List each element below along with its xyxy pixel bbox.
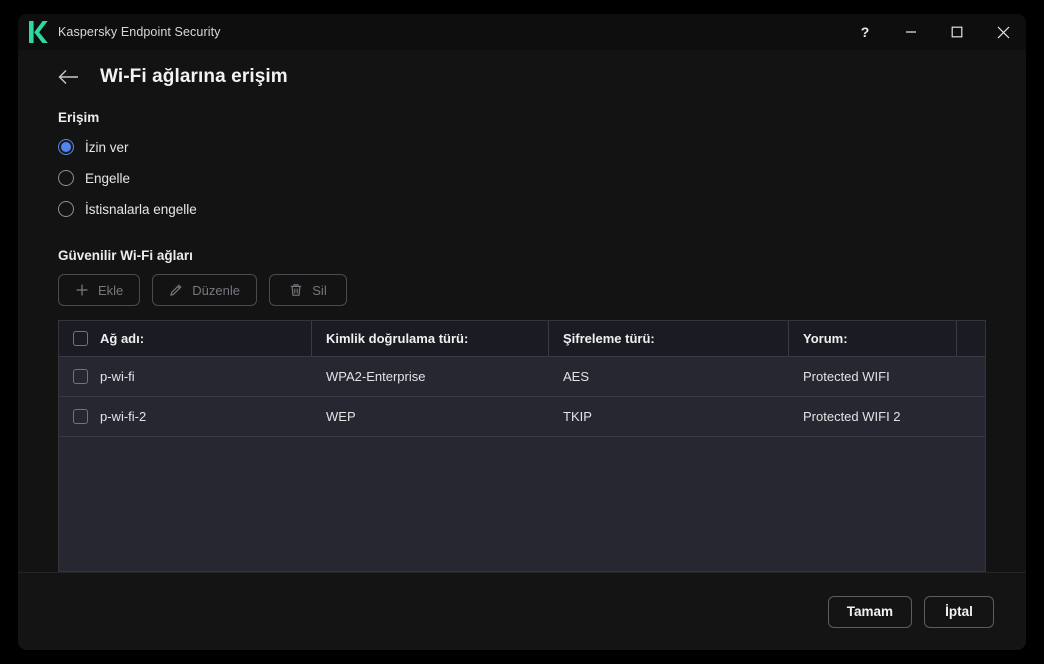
radio-mark xyxy=(58,201,74,217)
dialog-footer: Tamam İptal xyxy=(18,572,1026,650)
wifi-access-dialog: Kaspersky Endpoint Security ? Wi-Fi ağla… xyxy=(18,14,1026,650)
add-button-label: Ekle xyxy=(98,282,124,298)
help-glyph: ? xyxy=(860,24,870,40)
access-section-label: Erişim xyxy=(58,110,100,125)
cell-name: p-wi-fi-2 xyxy=(59,397,312,436)
table-toolbar: Ekle Düzenle Sil xyxy=(58,274,986,306)
cell-auth: WEP xyxy=(326,409,356,424)
window-controls: ? xyxy=(842,14,1026,50)
delete-button-label: Sil xyxy=(312,282,327,298)
radio-mark xyxy=(58,139,74,155)
pencil-icon xyxy=(170,284,182,296)
radio-option-block-with-exceptions[interactable]: İstisnalarla engelle xyxy=(58,198,986,220)
cell-name: p-wi-fi xyxy=(59,357,312,396)
app-title: Kaspersky Endpoint Security xyxy=(58,25,221,39)
table-row[interactable]: p-wi-fi WPA2-Enterprise AES Protected WI… xyxy=(59,357,985,397)
close-icon[interactable] xyxy=(980,14,1026,50)
minimize-icon[interactable] xyxy=(888,14,934,50)
cell-comment: Protected WIFI xyxy=(803,369,890,384)
column-header-encryption[interactable]: Şifreleme türü: xyxy=(549,321,789,356)
column-header-name[interactable]: Ağ adı: xyxy=(59,321,312,356)
edit-button[interactable]: Düzenle xyxy=(152,274,257,306)
table-header-row: Ağ adı: Kimlik doğrulama türü: Şifreleme… xyxy=(59,321,985,357)
trusted-networks-label: Güvenilir Wi-Fi ağları xyxy=(58,248,193,263)
radio-label: İstisnalarla engelle xyxy=(85,201,197,217)
page-header: Wi-Fi ağlarına erişim xyxy=(18,50,1026,98)
cell-encryption: AES xyxy=(563,369,590,384)
cell-name-label: p-wi-fi-2 xyxy=(100,409,147,424)
select-all-checkbox[interactable] xyxy=(73,331,88,346)
edit-button-label: Düzenle xyxy=(192,282,240,298)
table-row[interactable]: p-wi-fi-2 WEP TKIP Protected WIFI 2 xyxy=(59,397,985,437)
row-checkbox[interactable] xyxy=(73,369,88,384)
delete-button[interactable]: Sil xyxy=(269,274,347,306)
table-body: p-wi-fi WPA2-Enterprise AES Protected WI… xyxy=(59,357,985,571)
cancel-button[interactable]: İptal xyxy=(924,595,994,628)
help-icon[interactable]: ? xyxy=(842,14,888,50)
radio-option-block[interactable]: Engelle xyxy=(58,167,986,189)
title-bar: Kaspersky Endpoint Security ? xyxy=(18,14,1026,50)
column-header-comment[interactable]: Yorum: xyxy=(789,321,957,356)
row-checkbox[interactable] xyxy=(73,409,88,424)
radio-label: Engelle xyxy=(85,170,131,186)
radio-mark xyxy=(58,170,74,186)
column-header-spacer xyxy=(957,321,985,356)
cell-comment: Protected WIFI 2 xyxy=(803,409,901,424)
radio-label: İzin ver xyxy=(85,139,129,155)
dialog-content: Erişim İzin ver Engelle İstisnalarla eng… xyxy=(18,98,1026,572)
column-header-auth[interactable]: Kimlik doğrulama türü: xyxy=(312,321,549,356)
ok-button[interactable]: Tamam xyxy=(827,595,912,628)
plus-icon xyxy=(76,284,88,296)
kaspersky-k-logo xyxy=(29,21,48,43)
trusted-networks-table: Ağ adı: Kimlik doğrulama türü: Şifreleme… xyxy=(58,320,986,572)
cell-name-label: p-wi-fi xyxy=(100,369,135,384)
radio-option-allow[interactable]: İzin ver xyxy=(58,136,986,158)
cell-encryption: TKIP xyxy=(563,409,592,424)
trash-icon xyxy=(291,284,302,296)
back-arrow-icon[interactable] xyxy=(54,62,84,92)
cell-auth: WPA2-Enterprise xyxy=(326,369,426,384)
maximize-icon[interactable] xyxy=(934,14,980,50)
page-title: Wi-Fi ağlarına erişim xyxy=(100,66,288,87)
column-header-name-label: Ağ adı: xyxy=(100,331,145,346)
add-button[interactable]: Ekle xyxy=(58,274,141,306)
